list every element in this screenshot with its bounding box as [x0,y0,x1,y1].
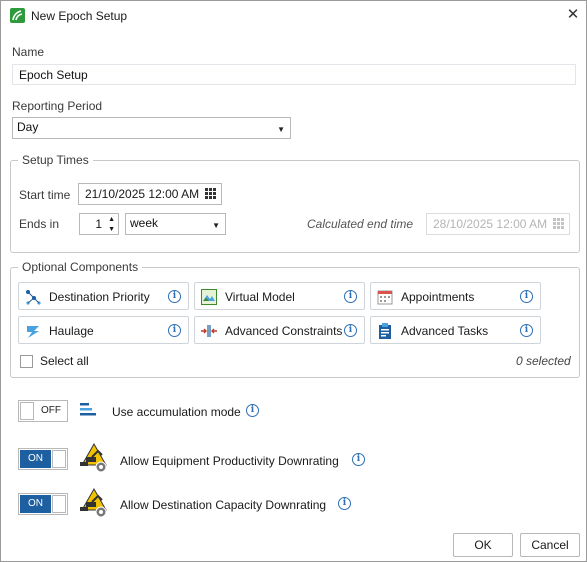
title-bar: New Epoch Setup ✕ [1,1,586,31]
epoch-setup-dialog: New Epoch Setup ✕ Name Reporting Period … [0,0,587,562]
component-label: Appointments [401,290,475,304]
haulage-icon [27,326,39,338]
component-destination-priority[interactable]: Destination Priority i [18,282,189,310]
chevron-down-icon: ▼ [277,125,285,134]
advanced-tasks-icon [379,323,391,339]
info-icon[interactable]: i [344,324,357,337]
destination-priority-icon [26,290,41,305]
calculated-end-value: 28/10/2025 12:00 AM [433,217,548,231]
component-label: Advanced Tasks [401,324,489,338]
calculated-end-label: Calculated end time [307,217,414,231]
reporting-period-value: Day [17,120,39,134]
close-icon[interactable]: ✕ [564,5,582,25]
ends-in-unit-value: week [130,216,159,230]
start-time-picker[interactable]: 21/10/2025 12:00 AM [78,183,222,205]
toggle-state: ON [20,450,51,468]
info-icon[interactable]: i [520,290,533,303]
ends-in-stepper[interactable]: 1 ▲ ▼ [79,213,119,235]
info-icon[interactable]: i [520,324,533,337]
info-icon[interactable]: i [168,324,181,337]
destination-downrating-toggle[interactable]: ON [18,493,68,515]
ends-in-label: Ends in [19,217,60,231]
stepper-up-icon[interactable]: ▲ [108,215,115,224]
virtual-model-icon [201,289,217,305]
name-input[interactable] [12,64,576,85]
ends-in-unit-select[interactable]: week ▼ [125,213,226,235]
component-label: Virtual Model [225,290,295,304]
appointments-icon [377,290,393,305]
selected-count: 0 selected [516,354,571,368]
toggle-knob [52,450,66,468]
info-icon[interactable]: i [246,404,259,417]
calendar-icon[interactable] [205,188,216,199]
select-all-label: Select all [40,354,89,368]
name-label: Name [12,45,45,59]
excavator-warning-icon [80,443,107,473]
setup-times-group [10,160,580,253]
equipment-downrating-toggle[interactable]: ON [18,448,68,470]
excavator-warning-icon [80,488,107,518]
info-icon[interactable]: i [168,290,181,303]
toggle-state: OFF [41,405,61,416]
chevron-down-icon: ▼ [212,221,220,230]
reporting-period-label: Reporting Period [12,99,103,113]
calendar-icon [553,218,564,229]
component-label: Advanced Constraints [225,324,343,338]
component-label: Haulage [49,324,94,338]
toggle-knob [20,402,34,420]
destination-downrating-label: Allow Destination Capacity Downrating [120,498,327,512]
advanced-constraints-icon [201,325,217,337]
start-time-value: 21/10/2025 12:00 AM [85,187,200,201]
component-label: Destination Priority [49,290,150,304]
cancel-button[interactable]: Cancel [520,533,580,557]
accumulation-mode-toggle[interactable]: OFF [18,400,68,422]
component-haulage[interactable]: Haulage i [18,316,189,344]
ends-in-count: 1 [95,217,102,231]
ok-button[interactable]: OK [453,533,513,557]
info-icon[interactable]: i [338,497,351,510]
accumulation-icon [80,403,96,416]
app-logo-icon [10,8,25,23]
info-icon[interactable]: i [352,453,365,466]
select-all-checkbox[interactable] [20,355,33,368]
component-appointments[interactable]: Appointments i [370,282,541,310]
calculated-end-field: 28/10/2025 12:00 AM [426,213,570,235]
setup-times-title: Setup Times [18,153,93,167]
toggle-knob [52,495,66,513]
start-time-label: Start time [19,188,71,202]
component-advanced-constraints[interactable]: Advanced Constraints i [194,316,365,344]
info-icon[interactable]: i [344,290,357,303]
toggle-state: ON [20,495,51,513]
component-advanced-tasks[interactable]: Advanced Tasks i [370,316,541,344]
reporting-period-select[interactable]: Day ▼ [12,117,291,139]
equipment-downrating-label: Allow Equipment Productivity Downrating [120,454,339,468]
stepper-down-icon[interactable]: ▼ [108,225,115,234]
optional-components-title: Optional Components [18,260,143,274]
window-title: New Epoch Setup [31,9,128,23]
component-virtual-model[interactable]: Virtual Model i [194,282,365,310]
accumulation-mode-label: Use accumulation mode [112,405,241,419]
